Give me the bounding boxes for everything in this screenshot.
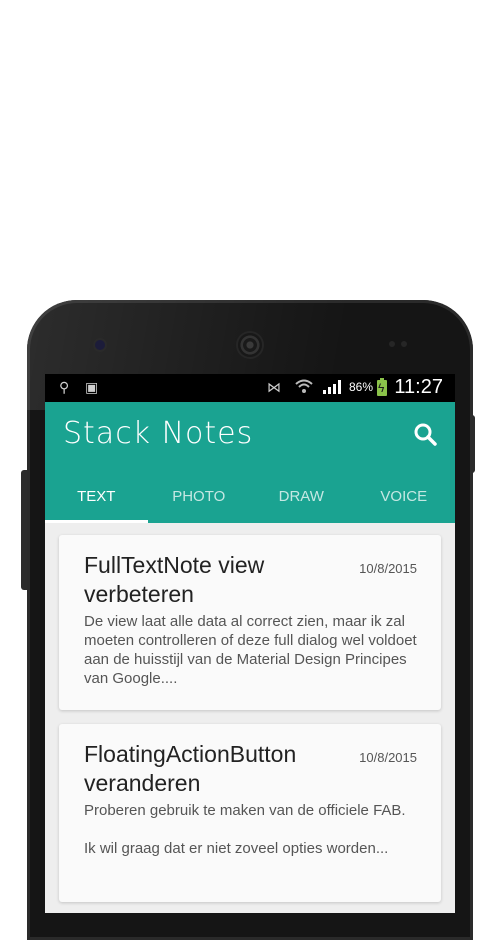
note-title: FloatingActionButton veranderen [84, 741, 297, 796]
search-icon [414, 423, 437, 446]
tab-voice[interactable]: VOICE [353, 479, 456, 523]
note-card[interactable]: FloatingActionButton veranderen 10/8/201… [59, 724, 441, 902]
search-button[interactable] [411, 420, 441, 450]
proximity-sensor [389, 341, 395, 347]
signal-icon [322, 379, 342, 398]
status-bar: ⚲ ▣ ⋈ 86% ϟ 11:27 [45, 374, 455, 402]
note-body: De view laat alle data al correct zien, … [84, 613, 417, 687]
tab-photo[interactable]: PHOTO [148, 479, 251, 523]
note-body: Proberen gebruik te maken van de officie… [84, 802, 406, 857]
battery-percent: 86% [348, 380, 373, 394]
app-bar: Stack Notes TEXT PHOTO DRAW VOICE [45, 402, 455, 523]
clock: 11:27 [394, 376, 443, 398]
tab-bar: TEXT PHOTO DRAW VOICE [45, 479, 455, 523]
volume-button [21, 470, 27, 590]
usb-icon: ⚲ [59, 379, 70, 395]
app-title: Stack Notes [63, 416, 254, 451]
screen: ⚲ ▣ ⋈ 86% ϟ 11:27 Stack Notes TEXT PHOTO… [45, 374, 455, 913]
wifi-icon [295, 379, 313, 398]
note-title: FullTextNote view verbeteren [84, 552, 265, 607]
tab-draw[interactable]: DRAW [250, 479, 353, 523]
notification-image-icon: ▣ [85, 379, 99, 395]
tab-text[interactable]: TEXT [45, 479, 148, 523]
note-card[interactable]: FullTextNote view verbeteren 10/8/2015 D… [59, 535, 441, 710]
note-date: 10/8/2015 [359, 561, 417, 576]
earpiece-speaker [238, 333, 262, 357]
light-sensor [401, 341, 407, 347]
front-camera [95, 340, 105, 350]
power-button [470, 415, 475, 473]
battery-icon: ϟ [377, 378, 387, 396]
no-sim-icon: ⋈ [267, 379, 281, 395]
note-date: 10/8/2015 [359, 750, 417, 765]
